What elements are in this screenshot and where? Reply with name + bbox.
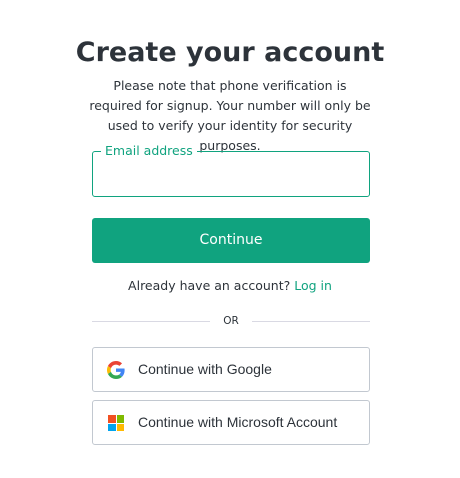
google-icon (107, 361, 125, 379)
email-field-container: Email address (92, 143, 370, 197)
login-prompt: Already have an account? Log in (0, 277, 460, 295)
continue-with-google-button[interactable]: Continue with Google (92, 347, 370, 392)
microsoft-icon (108, 415, 124, 431)
microsoft-button-label: Continue with Microsoft Account (138, 414, 338, 430)
login-link[interactable]: Log in (294, 278, 332, 293)
divider-line-right (252, 321, 370, 322)
continue-with-microsoft-button[interactable]: Continue with Microsoft Account (92, 400, 370, 445)
google-button-label: Continue with Google (138, 361, 272, 377)
or-divider: OR (92, 312, 370, 330)
email-label: Email address (101, 143, 197, 159)
login-prompt-text: Already have an account? (128, 278, 291, 293)
page-title: Create your account (75, 37, 385, 68)
continue-button[interactable]: Continue (92, 218, 370, 263)
